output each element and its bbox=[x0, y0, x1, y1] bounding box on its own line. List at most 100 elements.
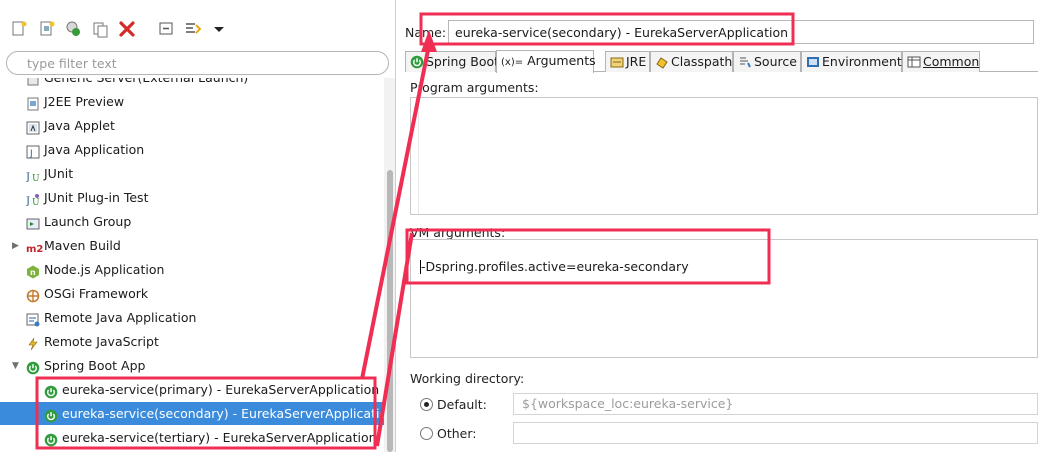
tab-label: Environment bbox=[822, 54, 902, 69]
collapse-all-icon[interactable] bbox=[158, 20, 176, 38]
junit-plugin-icon: JU bbox=[25, 191, 40, 208]
tree-item-label: Launch Group bbox=[44, 214, 132, 229]
svg-text:m2: m2 bbox=[26, 244, 43, 255]
tree-item-label: Remote JavaScript bbox=[44, 334, 159, 349]
java-application-icon: J bbox=[26, 143, 40, 159]
scrollbar-thumb[interactable] bbox=[387, 170, 393, 452]
filter-icon[interactable] bbox=[184, 20, 202, 38]
tab-label: Common bbox=[923, 54, 980, 69]
launch-config-list-pane: Generic Server(External Launch) J2EE Pre… bbox=[0, 0, 396, 452]
new-config-icon[interactable] bbox=[10, 20, 28, 38]
svg-text:J: J bbox=[26, 196, 30, 207]
tree-item-label: Java Applet bbox=[44, 118, 115, 133]
server-icon bbox=[26, 78, 40, 86]
config-tabs: Spring Boot (x)= Arguments JRE Classpath… bbox=[405, 50, 1038, 73]
tree-item-spring-boot-app[interactable]: ▼ Spring Boot App bbox=[10, 354, 376, 377]
tree-item-junit-plugin-test[interactable]: JU JUnit Plug-in Test bbox=[25, 186, 376, 209]
tree-item-label: eureka-service(secondary) - EurekaServer… bbox=[62, 406, 384, 421]
default-directory-field: ${workspace_loc:eureka-service} bbox=[513, 393, 1038, 415]
filter-field[interactable] bbox=[6, 51, 389, 75]
remote-javascript-icon bbox=[26, 335, 40, 351]
spring-boot-icon bbox=[410, 55, 424, 69]
svg-text:J: J bbox=[26, 172, 30, 183]
tab-label: Classpath bbox=[671, 54, 733, 69]
vm-arguments-label: VM arguments: bbox=[410, 225, 506, 240]
other-radio-label: Other: bbox=[437, 426, 477, 441]
spring-boot-icon bbox=[44, 383, 58, 399]
tab-label: Spring Boot bbox=[426, 54, 500, 69]
tab-environment[interactable]: Environment bbox=[801, 51, 902, 72]
tree-item-label: Node.js Application bbox=[44, 262, 165, 277]
launch-config-editor: Name: Spring Boot (x)= Arguments JRE Cla… bbox=[397, 0, 1038, 452]
tree-item-eureka-secondary[interactable]: eureka-service(secondary) - EurekaServer… bbox=[0, 402, 384, 425]
view-menu-icon[interactable] bbox=[210, 20, 228, 38]
name-input[interactable] bbox=[448, 20, 1034, 44]
name-label: Name: bbox=[405, 25, 447, 40]
tab-label: JRE bbox=[626, 54, 647, 69]
java-applet-icon bbox=[26, 119, 40, 135]
launch-group-icon bbox=[26, 215, 40, 230]
tree-item-java-application[interactable]: J Java Application bbox=[26, 138, 376, 161]
delete-icon[interactable] bbox=[118, 20, 136, 38]
tab-spring-boot[interactable]: Spring Boot bbox=[405, 51, 500, 72]
spring-boot-icon bbox=[26, 359, 40, 375]
environment-icon bbox=[806, 55, 820, 69]
tree-item-label: J2EE Preview bbox=[44, 94, 125, 109]
tree-item-eureka-tertiary[interactable]: eureka-service(tertiary) - EurekaServerA… bbox=[44, 426, 377, 449]
duplicate-icon[interactable] bbox=[92, 20, 110, 38]
export-icon[interactable] bbox=[64, 20, 82, 38]
tree-item-generic-server[interactable]: Generic Server(External Launch) bbox=[26, 78, 376, 89]
tree-item-label: eureka-service(primary) - EurekaServerAp… bbox=[62, 382, 380, 397]
tree-item-label: Remote Java Application bbox=[44, 310, 197, 325]
tab-arguments[interactable]: (x)= Arguments bbox=[496, 50, 596, 73]
tree-item-remote-java-application[interactable]: Remote Java Application bbox=[26, 306, 376, 329]
program-arguments-input[interactable] bbox=[410, 97, 1038, 215]
tab-common[interactable]: Common bbox=[902, 51, 980, 72]
tab-jre[interactable]: JRE bbox=[605, 51, 650, 72]
junit-icon: JU bbox=[25, 167, 40, 184]
tree-item-label: JUnit bbox=[44, 166, 74, 181]
tree-item-label: JUnit Plug-in Test bbox=[44, 190, 149, 205]
vm-arguments-value[interactable]: -Dspring.profiles.active=eureka-secondar… bbox=[421, 259, 689, 274]
new-prototype-icon[interactable] bbox=[38, 20, 56, 38]
tree-item-eureka-primary[interactable]: eureka-service(primary) - EurekaServerAp… bbox=[44, 378, 380, 401]
tree-item-remote-javascript[interactable]: Remote JavaScript bbox=[26, 330, 376, 353]
expand-arrow-icon[interactable]: ▶ bbox=[12, 241, 22, 251]
working-directory-label: Working directory: bbox=[410, 371, 525, 386]
source-icon bbox=[738, 55, 752, 69]
tree-scrollbar[interactable] bbox=[384, 78, 395, 452]
collapse-arrow-icon[interactable]: ▼ bbox=[12, 361, 22, 371]
tab-classpath[interactable]: Classpath bbox=[650, 51, 733, 72]
spring-boot-icon bbox=[44, 407, 58, 423]
tab-source[interactable]: Source bbox=[733, 51, 801, 72]
program-arguments-editor[interactable] bbox=[418, 98, 1037, 214]
tree-item-launch-group[interactable]: Launch Group bbox=[26, 210, 376, 233]
tree-item-maven-build[interactable]: ▶ m2 Maven Build bbox=[10, 234, 376, 257]
nodejs-icon: n bbox=[26, 263, 40, 279]
tree-item-label: eureka-service(tertiary) - EurekaServerA… bbox=[62, 430, 377, 445]
vm-arguments-input[interactable]: -Dspring.profiles.active=eureka-secondar… bbox=[410, 239, 1038, 358]
default-radio[interactable] bbox=[420, 398, 433, 411]
svg-text:U: U bbox=[32, 198, 40, 207]
tree-item-osgi-framework[interactable]: OSGi Framework bbox=[26, 282, 376, 305]
other-directory-field[interactable] bbox=[513, 422, 1038, 444]
tree-item-label: Java Application bbox=[44, 142, 145, 157]
filter-input[interactable] bbox=[25, 55, 365, 72]
launch-config-tree: Generic Server(External Launch) J2EE Pre… bbox=[0, 78, 384, 452]
tree-item-j2ee-preview[interactable]: J2EE Preview bbox=[26, 90, 376, 113]
spring-boot-icon bbox=[44, 431, 58, 447]
default-radio-label: Default: bbox=[437, 397, 487, 412]
svg-text:U: U bbox=[32, 174, 40, 183]
tree-item-label: Generic Server(External Launch) bbox=[44, 78, 248, 89]
tree-item-label: Maven Build bbox=[44, 238, 121, 253]
tree-item-junit[interactable]: JU JUnit bbox=[25, 162, 376, 185]
tree-item-label: OSGi Framework bbox=[44, 286, 149, 301]
tree-item-nodejs-application[interactable]: n Node.js Application bbox=[26, 258, 376, 281]
common-icon bbox=[907, 55, 921, 69]
svg-text:n: n bbox=[30, 268, 36, 277]
tree-item-java-applet[interactable]: Java Applet bbox=[26, 114, 376, 137]
tree-item-label: Spring Boot App bbox=[44, 358, 146, 373]
arguments-icon: (x)= bbox=[501, 57, 524, 68]
osgi-icon bbox=[26, 287, 40, 303]
other-radio[interactable] bbox=[420, 427, 433, 440]
